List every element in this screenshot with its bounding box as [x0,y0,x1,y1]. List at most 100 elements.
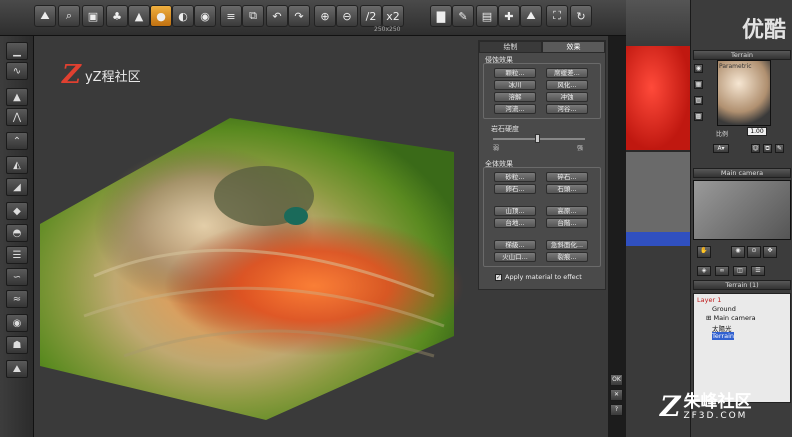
add-point-icon[interactable]: ✚ [498,5,520,27]
zoom-in-icon[interactable]: ⊕ [314,5,336,27]
global-effect-button[interactable]: 梯級... [494,240,536,250]
layers-icon[interactable]: ☰ [751,266,765,276]
erosion-button[interactable]: 风化... [546,80,588,90]
eye-tool-icon[interactable]: ◉ [6,314,28,332]
background-panel [626,152,690,232]
copy-material-icon[interactable]: ⧉ [763,144,772,153]
erosion-button[interactable]: 冰川 [494,80,536,90]
face-icon[interactable]: ☺ [751,144,760,153]
effects-tabs: 绘制 效果 [479,41,605,53]
pattern-icon[interactable]: ▩ [694,112,703,121]
crater-tool-icon[interactable]: ◓ [6,224,28,242]
flatten-tool-icon[interactable]: ▁ [6,42,28,60]
gradient-icon[interactable]: ▤ [476,5,498,27]
peak-tool-icon[interactable]: ⋀ [6,108,28,126]
object-icon[interactable]: ◈ [697,266,711,276]
watermark-mark: Z [660,390,681,423]
landscape-icon[interactable]: ▲ [128,5,150,27]
effects-panel: 绘制 效果 侵蚀效果 颗粒... 席缓差... 冰川 风化... 溶解 冲蚀 河… [478,40,606,290]
move-icon[interactable]: ✥ [763,246,777,258]
flat-icon[interactable]: ▣ [82,5,104,27]
dropdown-icon[interactable]: A▾ [713,144,729,153]
histogram-icon[interactable]: ▇ [430,5,452,27]
ok-button[interactable]: OK [610,374,623,386]
erosion-button[interactable]: 河流... [494,104,536,114]
global-effect-button[interactable]: 台地... [494,218,536,228]
checker-icon[interactable]: ▦ [694,80,703,89]
background-toolbar [626,0,690,46]
eye-icon[interactable]: ◉ [194,5,216,27]
cliff-tool-icon[interactable]: ◢ [6,178,28,196]
global-effect-button[interactable]: 砂粒... [494,172,536,182]
document-icon[interactable]: ≡ [220,5,242,27]
global-effect-button[interactable]: 高原... [546,206,588,216]
apply-material-label: Apply material to effect [505,273,582,281]
erosion-button[interactable]: 冲蚀 [546,92,588,102]
scene-tree[interactable]: Layer 1 Ground ⊞ Main camera 太陽光 Terrain [693,293,791,403]
global-effect-button[interactable]: 裂痕... [546,252,588,262]
logo-text: yZ程社区 [84,69,141,85]
double-size-button[interactable]: x2 [382,5,404,27]
close-button[interactable]: ✕ [610,389,623,401]
raise-tool-icon[interactable]: ▲ [6,88,28,106]
tree-item-layer[interactable]: Layer 1 [697,296,721,304]
help-button[interactable]: ? [610,404,623,416]
tree-item-terrain[interactable]: Terrain [712,332,735,340]
global-effect-button[interactable]: 石頭... [546,184,588,194]
erosion-button[interactable]: 河谷... [546,104,588,114]
scale-input[interactable]: 1.00 [747,127,767,136]
magnify-icon[interactable]: ⌕ [58,5,80,27]
ridge-tool-icon[interactable]: ⌃ [6,132,28,150]
camera-icon[interactable]: ◉ [731,246,745,258]
layer-panel-header: Terrain (1) [693,280,791,290]
global-effect-button[interactable]: 山顶... [494,206,536,216]
camera-panel-header: Main camera [693,168,791,178]
redo-icon[interactable]: ↷ [288,5,310,27]
material-icon[interactable]: ◉ [694,64,703,73]
right-panel: 优酷 Terrain ◉ ▦ ▨ ▩ Parametric 比例 1.00 A▾… [690,0,792,437]
half-size-button[interactable]: /2 [360,5,382,27]
sphere-shaded-icon[interactable]: ● [150,5,172,27]
mountain-icon[interactable]: ⛰ [520,5,542,27]
smooth-tool-icon[interactable]: ∿ [6,62,28,80]
rock-tool-icon[interactable]: ◆ [6,202,28,220]
terrace-tool-icon[interactable]: ☰ [6,246,28,264]
apply-material-row[interactable]: ✓ Apply material to effect [495,273,582,281]
sphere-icon[interactable]: ◐ [172,5,194,27]
global-effect-button[interactable]: 卵石... [494,184,536,194]
dune-tool-icon[interactable]: ∽ [6,268,28,286]
terrain-edit-icon[interactable]: ⛰ [34,5,56,27]
global-effect-button[interactable]: 急斜面化... [546,240,588,250]
tab-draw[interactable]: 绘制 [479,41,542,53]
group-icon[interactable]: ◫ [733,266,747,276]
pencil-icon[interactable]: ✎ [452,5,474,27]
tab-effects[interactable]: 效果 [542,41,605,53]
left-tool-column: ▁ ∿ ▲ ⋀ ⌃ ◭ ◢ ◆ ◓ ☰ ∽ ≈ ◉ ☗ ⛰ [0,36,34,437]
apply-material-checkbox[interactable]: ✓ [495,273,502,281]
hill-tool-icon[interactable]: ◭ [6,156,28,174]
copy-icon[interactable]: ⧉ [242,5,264,27]
target-icon[interactable]: ⊙ [747,246,761,258]
camera-preview[interactable] [693,180,791,240]
tree-item-camera[interactable]: ⊞ Main camera [706,314,756,322]
erode-tool-icon[interactable]: ≈ [6,290,28,308]
fit-icon[interactable]: ⛶ [546,5,568,27]
link-icon[interactable]: ∞ [715,266,729,276]
hand-icon[interactable]: ✋ [697,246,711,258]
global-effect-button[interactable]: 台階... [546,218,588,228]
zoom-out-icon[interactable]: ⊖ [336,5,358,27]
person-tool-icon[interactable]: ☗ [6,336,28,354]
edit-material-icon[interactable]: ✎ [775,144,784,153]
landscape-tool-icon[interactable]: ⛰ [6,360,28,378]
global-effect-button[interactable]: 火山口... [494,252,536,262]
erosion-button[interactable]: 席缓差... [546,68,588,78]
texture-icon[interactable]: ▨ [694,96,703,105]
rock-hardness-thumb[interactable] [535,134,540,143]
tree-item-ground[interactable]: Ground [712,305,736,313]
global-effect-button[interactable]: 碎石... [546,172,588,182]
erosion-button[interactable]: 颗粒... [494,68,536,78]
rotate-icon[interactable]: ↻ [570,5,592,27]
undo-icon[interactable]: ↶ [266,5,288,27]
trees-icon[interactable]: ♣ [106,5,128,27]
erosion-button[interactable]: 溶解 [494,92,536,102]
